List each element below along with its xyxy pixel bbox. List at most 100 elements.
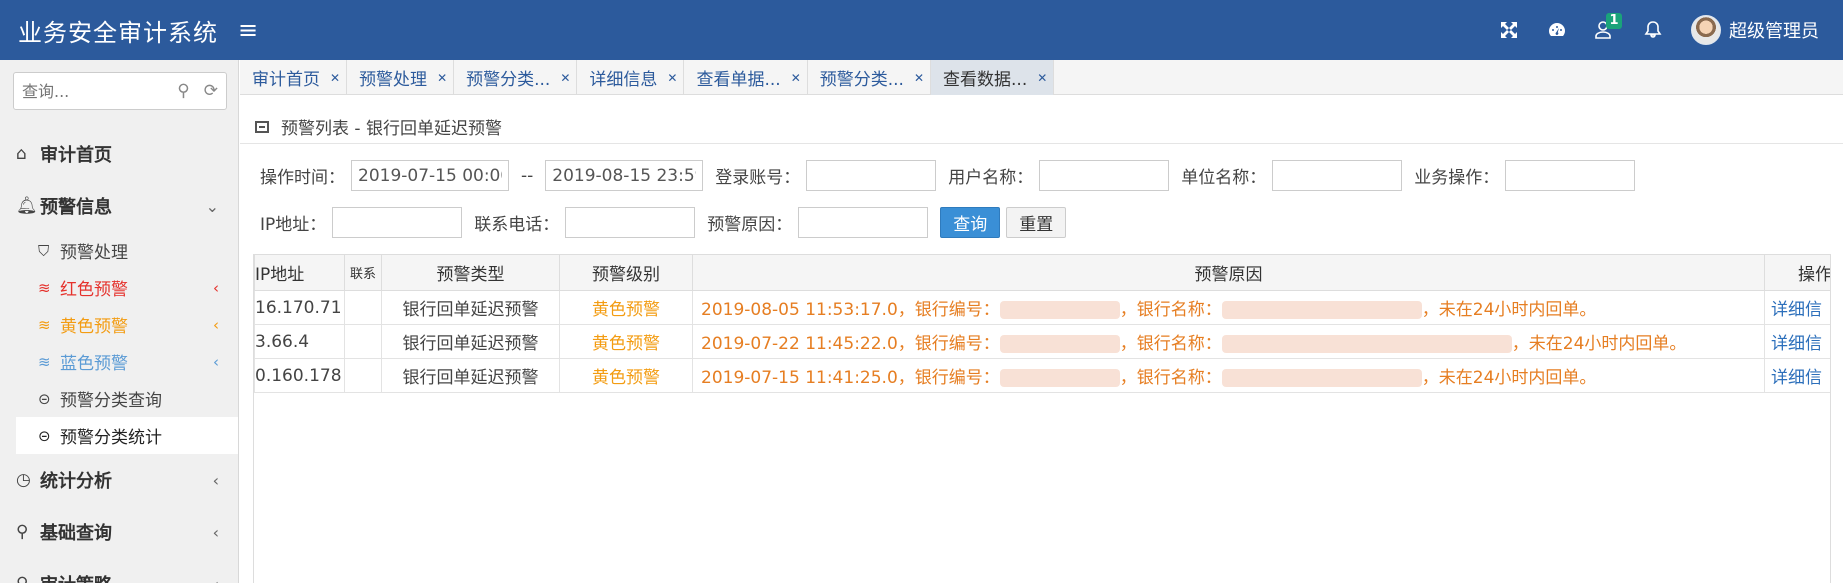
account-input[interactable] [806, 160, 937, 191]
refresh-icon[interactable]: ⟳ [204, 81, 218, 101]
sidebar-sub-yellow-alert[interactable]: ≋ 黄色预警 ‹ [0, 306, 238, 343]
list-icon [255, 120, 269, 133]
close-icon[interactable]: ✕ [791, 71, 801, 85]
unit-input[interactable] [1272, 160, 1403, 191]
range-separator: -- [521, 165, 534, 186]
reset-button[interactable]: 重置 [1006, 207, 1067, 238]
tab-label: 审计首页 [252, 70, 320, 90]
query-button[interactable]: 查询 [940, 207, 1001, 238]
username-label: 用户名称： [948, 168, 1034, 188]
tab-view-document[interactable]: 查看单据... ✕ [684, 60, 808, 95]
user-name: 超级管理员 [1729, 21, 1819, 42]
redacted-bank-id [999, 301, 1120, 319]
arrow-circle-icon: ⊝ [38, 426, 51, 445]
tab-alert-category-2[interactable]: 预警分类... ✕ [808, 60, 932, 95]
bell-icon: 🔔︎ [16, 196, 38, 216]
col-type[interactable]: 预警类型 [381, 254, 560, 291]
tab-audit-home[interactable]: 审计首页 ✕ [240, 60, 348, 95]
pin-icon: ⚲ [16, 574, 40, 583]
chevron-left-icon: ‹ [212, 522, 219, 542]
reason-text: 2019-07-22 11:45:22.0，银行编号： [701, 334, 1000, 354]
close-icon[interactable]: ✕ [667, 71, 677, 85]
sidebar-item-label: 预警分类查询 [60, 391, 162, 411]
tab-view-data[interactable]: 查看数据... ✕ [931, 60, 1055, 95]
tab-detail-info[interactable]: 详细信息 ✕ [577, 60, 685, 95]
end-time-input[interactable] [545, 160, 704, 191]
sidebar-sub-red-alert[interactable]: ≋ 红色预警 ‹ [0, 269, 238, 306]
close-icon[interactable]: ✕ [560, 71, 570, 85]
tab-alert-handle[interactable]: 预警处理 ✕ [347, 60, 455, 95]
table-row: 3.66.4 银行回单延迟预警 黄色预警 2019-07-22 11:45:22… [254, 324, 1830, 359]
col-level[interactable]: 预警级别 [559, 254, 693, 291]
panel-title-text: 预警列表 - 银行回单延迟预警 [281, 119, 502, 139]
panel-title: 预警列表 - 银行回单延迟预警 [255, 114, 502, 139]
redacted-bank-name [1221, 301, 1422, 319]
business-input[interactable] [1505, 160, 1636, 191]
close-icon[interactable]: ✕ [437, 71, 447, 85]
close-icon[interactable]: ✕ [914, 71, 924, 85]
sidebar-search: ⚲ ⟳ [13, 72, 227, 110]
col-op[interactable]: 操作 [1764, 254, 1830, 291]
menu-toggle-icon[interactable]: ≡ [238, 16, 258, 44]
close-icon[interactable]: ✕ [330, 71, 340, 85]
col-ip[interactable]: IP地址 [254, 254, 345, 291]
tab-label: 预警处理 [359, 70, 428, 90]
home-icon: ⌂ [16, 144, 27, 164]
cell-ip: 16.170.71 [254, 290, 345, 325]
sidebar-nav: ⌂ 审计首页 🔔︎ 预警信息 ⌄ ⛉ 预警处理 ≋ 红色预警 ‹ ≋ 黄色预警 … [0, 128, 238, 583]
phone-input[interactable] [565, 207, 696, 238]
sidebar-item-home[interactable]: ⌂ 审计首页 [0, 128, 238, 180]
user-alert-icon[interactable]: 1 [1581, 0, 1629, 60]
tab-alert-category-1[interactable]: 预警分类... ✕ [454, 60, 578, 95]
sidebar-search-input[interactable] [22, 81, 152, 101]
cell-level: 黄色预警 [559, 358, 693, 393]
alert-table: IP地址 联系 预警类型 预警级别 预警原因 操作 16.170.71 银行回单… [253, 254, 1831, 583]
search-icon[interactable]: ⚲ [177, 81, 189, 101]
filter-row-2: IP地址： 联系电话： 预警原因： 查询 重置 [260, 207, 1067, 238]
dashboard-icon[interactable] [1533, 0, 1581, 60]
sidebar-item-alerts[interactable]: 🔔︎ 预警信息 ⌄ [0, 180, 238, 232]
redacted-bank-name [1221, 335, 1512, 353]
search-icon: ⚲ [16, 522, 29, 542]
chevron-left-icon: ‹ [213, 575, 238, 583]
reason-text: ，银行名称： [1119, 334, 1222, 354]
sidebar-item-audit-policy[interactable]: ⚲ 审计策略 ‹ [0, 558, 238, 583]
start-time-input[interactable] [351, 160, 509, 191]
sidebar-sub-category-query[interactable]: ⊝ 预警分类查询 [0, 380, 238, 417]
cell-type: 银行回单延迟预警 [381, 324, 560, 359]
sidebar-item-stats[interactable]: ◷ 统计分析 ‹ [0, 454, 238, 506]
sidebar-sub-blue-alert[interactable]: ≋ 蓝色预警 ‹ [0, 343, 238, 380]
reason-text: ，未在24小时内回单。 [1421, 368, 1597, 388]
sidebar-item-label: 预警处理 [60, 243, 128, 263]
cell-type: 银行回单延迟预警 [381, 358, 560, 393]
fullscreen-icon[interactable] [1485, 0, 1533, 60]
tab-label: 查看单据... [696, 70, 781, 90]
sidebar-sub-category-stats[interactable]: ⊝ 预警分类统计 [16, 417, 238, 454]
bell-icon[interactable] [1629, 0, 1677, 60]
sidebar-item-label: 基础查询 [40, 523, 112, 544]
cell-contact [344, 290, 382, 325]
unit-label: 单位名称： [1181, 168, 1267, 188]
detail-link[interactable]: 详细信 [1764, 358, 1830, 393]
layers-icon: ≋ [38, 352, 51, 371]
sidebar-item-basic-query[interactable]: ⚲ 基础查询 ‹ [0, 506, 238, 558]
user-menu[interactable]: 超级管理员 [1677, 15, 1843, 45]
reason-label: 预警原因： [707, 215, 793, 235]
username-input[interactable] [1039, 160, 1170, 191]
sidebar-sub-alert-handle[interactable]: ⛉ 预警处理 [0, 232, 238, 269]
col-reason[interactable]: 预警原因 [692, 254, 1765, 291]
cell-type: 银行回单延迟预警 [381, 290, 560, 325]
sidebar-item-label: 审计策略 [40, 571, 112, 583]
chevron-left-icon: ‹ [212, 470, 219, 490]
reason-text: ，银行名称： [1119, 368, 1222, 388]
sidebar-item-label: 红色预警 [60, 280, 128, 300]
detail-link[interactable]: 详细信 [1764, 290, 1830, 325]
detail-link[interactable]: 详细信 [1764, 324, 1830, 359]
close-icon[interactable]: ✕ [1037, 71, 1047, 85]
reason-input[interactable] [798, 207, 929, 238]
cell-reason: 2019-07-22 11:45:22.0，银行编号： ，银行名称： ，未在24小时… [692, 324, 1765, 359]
layers-icon: ≋ [38, 278, 51, 297]
header-toolbar: 1 超级管理员 [1485, 0, 1843, 60]
col-contact[interactable]: 联系 [344, 254, 382, 291]
ip-input[interactable] [332, 207, 463, 238]
